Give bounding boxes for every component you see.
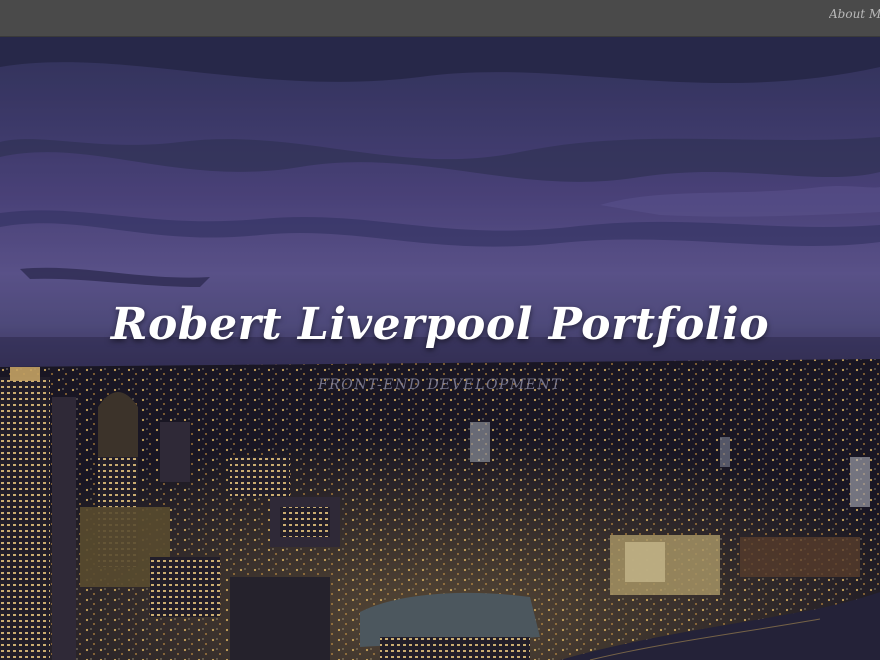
- hero-subtitle: FRONT-END DEVELOPMENT: [317, 377, 562, 393]
- nav-link-about-me[interactable]: About Me: [829, 7, 880, 23]
- hero-title: Robert Liverpool Portfolio: [110, 299, 770, 350]
- hero-banner: Robert Liverpool Portfolio FRONT-END DEV…: [0, 37, 880, 660]
- top-navigation-bar: About Me: [0, 0, 880, 37]
